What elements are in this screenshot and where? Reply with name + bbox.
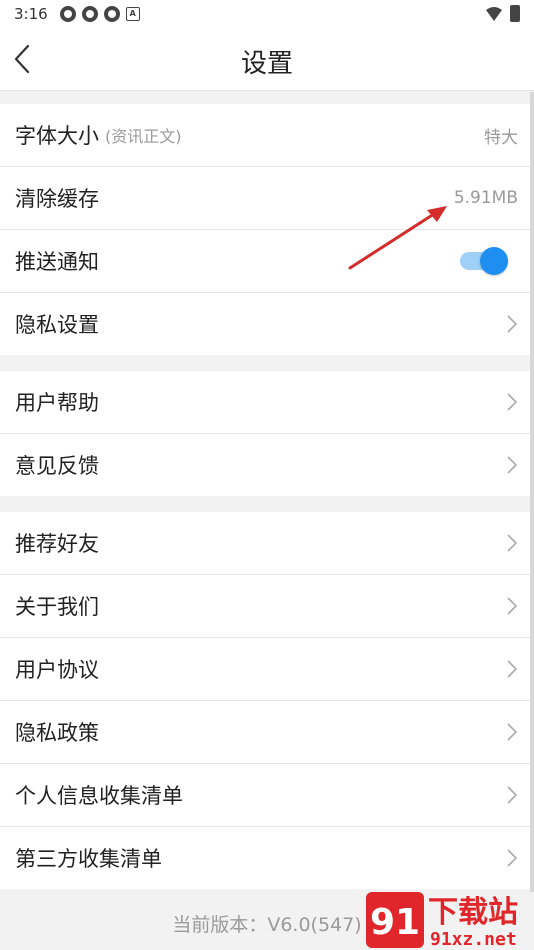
font-size-sublabel: (资讯正文) <box>105 127 182 146</box>
feedback-label: 意见反馈 <box>15 454 99 478</box>
row-about-us[interactable]: 关于我们 <box>0 575 530 638</box>
row-personal-info-list[interactable]: 个人信息收集清单 <box>0 764 530 827</box>
scrollbar[interactable] <box>530 92 534 892</box>
wifi-icon <box>486 6 502 21</box>
privacy-policy-label: 隐私政策 <box>15 721 99 745</box>
third-party-list-label: 第三方收集清单 <box>15 847 162 871</box>
chevron-right-icon <box>507 849 518 867</box>
chevron-right-icon <box>507 786 518 804</box>
font-size-value: 特大 <box>484 127 518 148</box>
recommend-friends-label: 推荐好友 <box>15 532 99 556</box>
chevron-right-icon <box>507 660 518 678</box>
settings-group-support: 用户帮助 意见反馈 <box>0 371 530 496</box>
user-agreement-label: 用户协议 <box>15 658 99 682</box>
app-notification-icon <box>59 6 76 22</box>
app-notification-icon <box>81 6 98 22</box>
cache-size-value: 5.91MB <box>453 188 518 208</box>
privacy-settings-label: 隐私设置 <box>15 313 99 337</box>
personal-info-list-label: 个人信息收集清单 <box>15 784 183 808</box>
font-size-label: 字体大小 <box>15 124 99 148</box>
user-help-label: 用户帮助 <box>15 391 99 415</box>
status-notification-icons: A <box>59 6 140 22</box>
svg-text:91: 91 <box>370 902 420 943</box>
row-font-size[interactable]: 字体大小 (资讯正文) 特大 <box>0 104 530 167</box>
chevron-right-icon <box>507 315 518 333</box>
row-user-agreement[interactable]: 用户协议 <box>0 638 530 701</box>
watermark-logo: 91 下载站 91xz.net <box>366 892 518 950</box>
app-notification-icon <box>103 6 120 22</box>
status-time: 3:16 <box>14 5 48 23</box>
row-feedback[interactable]: 意见反馈 <box>0 434 530 496</box>
clear-cache-label: 清除缓存 <box>15 187 99 211</box>
row-privacy-settings[interactable]: 隐私设置 <box>0 293 530 355</box>
status-bar: 3:16 A <box>0 0 534 28</box>
push-notification-toggle[interactable] <box>460 247 508 275</box>
push-notification-label: 推送通知 <box>15 250 99 274</box>
nav-bar: 设置 <box>0 28 534 91</box>
annotation-arrow-icon <box>348 206 447 270</box>
a-notification-icon: A <box>125 7 140 21</box>
battery-icon <box>510 5 520 22</box>
row-user-help[interactable]: 用户帮助 <box>0 371 530 434</box>
svg-text:下载站: 下载站 <box>428 895 518 930</box>
chevron-right-icon <box>507 456 518 474</box>
row-third-party-list[interactable]: 第三方收集清单 <box>0 827 530 889</box>
row-recommend-friends[interactable]: 推荐好友 <box>0 512 530 575</box>
chevron-right-icon <box>507 393 518 411</box>
settings-group-about: 推荐好友 关于我们 用户协议 隐私政策 个人信息收集清单 第三方收集清单 <box>0 512 530 889</box>
chevron-right-icon <box>507 597 518 615</box>
chevron-right-icon <box>507 534 518 552</box>
page-title: 设置 <box>240 49 293 79</box>
status-right-icons <box>486 5 520 22</box>
chevron-right-icon <box>507 723 518 741</box>
about-us-label: 关于我们 <box>15 595 99 619</box>
row-privacy-policy[interactable]: 隐私政策 <box>0 701 530 764</box>
svg-text:91xz.net: 91xz.net <box>430 929 517 950</box>
toggle-thumb <box>480 247 508 275</box>
